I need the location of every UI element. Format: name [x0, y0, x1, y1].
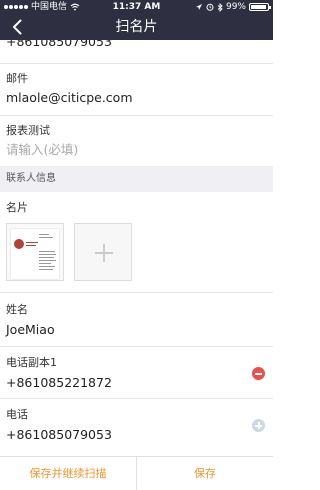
email-label: 邮件: [6, 72, 28, 85]
bottom-action-bar: 保存并继续扫描 保存: [0, 456, 273, 490]
page-title: 扫名片: [115, 19, 158, 35]
phone-label: 电话: [6, 408, 28, 421]
business-card-thumbnail[interactable]: [6, 223, 64, 281]
battery-icon: [249, 3, 271, 11]
card-label: 名片: [6, 201, 28, 214]
phone-sub-label: 电话副本1: [6, 356, 57, 369]
top-bar: 中国电信 11:37 AM 99% 扫名片: [0, 0, 273, 40]
phone-field[interactable]: +861085079053: [6, 427, 273, 443]
name-field[interactable]: JoeMiao: [6, 322, 273, 338]
status-bar: 中国电信 11:37 AM 99%: [0, 0, 273, 14]
location-icon: [195, 4, 202, 10]
save-button[interactable]: 保存: [136, 457, 273, 490]
email-row: 邮件 mlaole@citicpe.com: [0, 64, 273, 116]
report-label: 报表测试: [6, 124, 50, 137]
phone-row: 电话 +861085079053: [0, 399, 273, 453]
name-row: 姓名 JoeMiao: [0, 293, 273, 347]
report-row: 报表测试 请输入(必填): [0, 116, 273, 166]
card-images: [6, 223, 273, 281]
add-phone-icon[interactable]: [252, 419, 265, 432]
save-and-continue-button[interactable]: 保存并继续扫描: [0, 457, 136, 490]
phone-sub-field[interactable]: +861085221872: [6, 375, 273, 391]
phone-row-top: +861085079053: [0, 40, 273, 64]
email-field[interactable]: mlaole@citicpe.com: [6, 90, 273, 106]
name-label: 姓名: [6, 303, 28, 316]
form-content[interactable]: +861085079053 邮件 mlaole@citicpe.com 报表测试…: [0, 40, 273, 456]
remove-phone-icon[interactable]: [252, 367, 265, 380]
business-card-image: [11, 229, 59, 279]
card-row: 名片: [0, 192, 273, 293]
phone-sub-row: 电话副本1 +861085221872: [0, 347, 273, 399]
bluetooth-icon: [217, 2, 223, 12]
alarm-icon: [206, 3, 214, 11]
phone-value-top[interactable]: +861085079053: [6, 40, 112, 50]
battery-percent: 99%: [225, 2, 246, 12]
add-card-image-button[interactable]: [74, 223, 132, 281]
report-field[interactable]: 请输入(必填): [6, 142, 273, 158]
screen: 中国电信 11:37 AM 99% 扫名片 +861085079053 邮件 m…: [0, 0, 273, 490]
nav-bar: 扫名片: [0, 14, 273, 40]
contact-section-header: 联系人信息: [0, 166, 273, 192]
